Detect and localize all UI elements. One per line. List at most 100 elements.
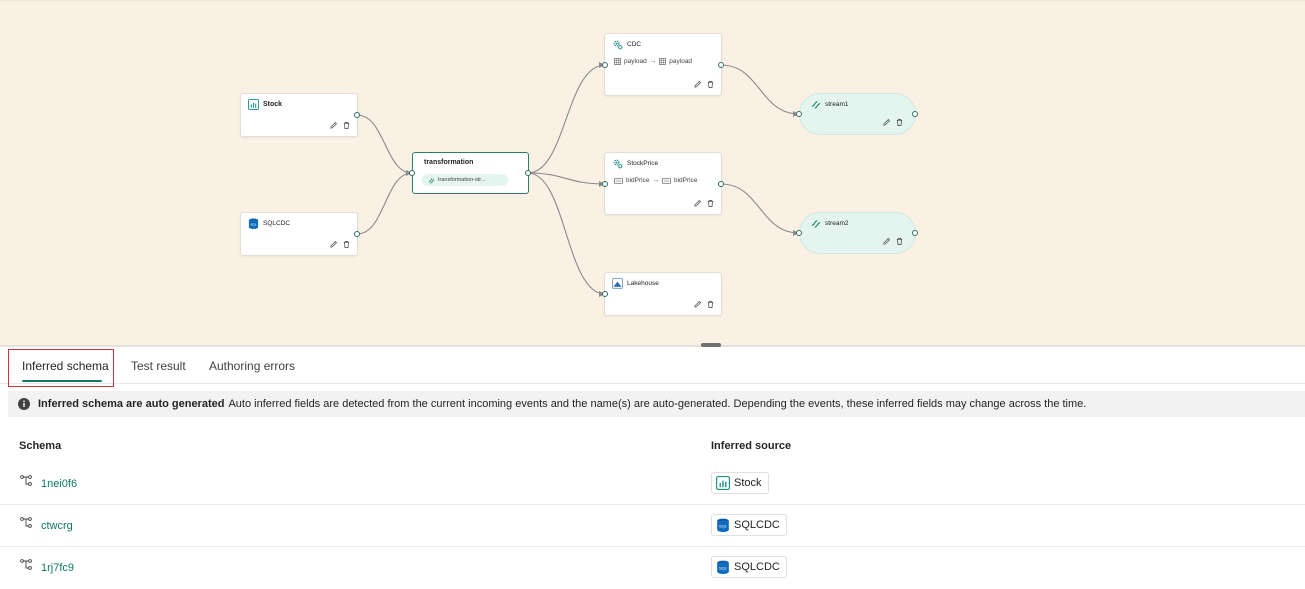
tab-label: Authoring errors [209, 359, 296, 373]
chip-label: transformation-str... [438, 177, 486, 183]
edit-icon[interactable] [693, 199, 702, 208]
source-chip: Stock [711, 472, 769, 494]
schema-link[interactable]: ctwcrg [41, 520, 73, 532]
edit-icon[interactable] [693, 80, 702, 89]
output-port[interactable] [525, 170, 531, 176]
edge-transformation-stockprice [527, 172, 606, 185]
node-stockprice[interactable]: StockPrice bidPrice → bidPrice [604, 152, 722, 215]
schema-tree-icon [20, 475, 32, 486]
number-field-icon [614, 177, 623, 184]
input-port[interactable] [602, 291, 608, 297]
edit-icon[interactable] [882, 118, 891, 127]
input-port[interactable] [796, 230, 802, 236]
svg-text:SQL: SQL [719, 523, 728, 528]
info-text: Auto inferred fields are detected from t… [228, 398, 1087, 410]
stream-icon [811, 220, 821, 228]
node-title: SQLCDC [263, 220, 291, 227]
table-icon [614, 58, 621, 65]
node-lakehouse[interactable]: Lakehouse [604, 272, 722, 316]
bar-chart-icon [248, 99, 259, 110]
column-header-source[interactable]: Inferred source [711, 440, 791, 452]
input-port[interactable] [602, 181, 608, 187]
splitter-grip[interactable] [701, 343, 721, 347]
table-row[interactable]: 1nei0f6 Stock [0, 463, 1305, 505]
edge-transformation-lakehouse [527, 172, 606, 295]
bottom-pane-tabs: Inferred schema Test result Authoring er… [0, 348, 1305, 384]
output-port[interactable] [718, 62, 724, 68]
node-transformation[interactable]: transformation transformation-str... [412, 152, 529, 194]
gear-icon [613, 40, 623, 50]
output-port[interactable] [354, 112, 360, 118]
from-field: bidPrice [626, 177, 650, 184]
to-field: bidPrice [673, 177, 698, 184]
output-port[interactable] [718, 181, 724, 187]
schema-link[interactable]: 1rj7fc9 [41, 562, 74, 574]
number-field-icon [662, 177, 671, 184]
delete-icon[interactable] [706, 199, 715, 208]
from-field: payload [624, 58, 647, 65]
tab-test-result[interactable]: Test result [131, 348, 186, 384]
table-icon [659, 58, 667, 65]
field-mapping: payload → payload [614, 58, 692, 65]
edit-icon[interactable] [693, 300, 702, 309]
edge-stockprice-stream2 [720, 183, 800, 234]
input-port[interactable] [602, 62, 608, 68]
source-name: Stock [734, 477, 762, 489]
edit-icon[interactable] [329, 240, 338, 249]
info-message-bar: Inferred schema are auto generated Auto … [8, 391, 1305, 417]
arrow-icon: → [652, 177, 659, 184]
dataflow-canvas[interactable]: Stock SQL SQLCDC transformation transfor… [0, 0, 1305, 345]
delete-icon[interactable] [342, 240, 351, 249]
table-row[interactable]: 1rj7fc9 SQL SQLCDC [0, 547, 1305, 589]
lakehouse-icon [612, 278, 623, 289]
input-port[interactable] [796, 111, 802, 117]
edit-icon[interactable] [329, 121, 338, 130]
source-chip: SQL SQLCDC [711, 556, 787, 578]
sql-database-icon: SQL [717, 518, 729, 532]
node-stock[interactable]: Stock [240, 93, 358, 137]
node-sqlcdc[interactable]: SQL SQLCDC [240, 212, 358, 256]
delete-icon[interactable] [895, 118, 904, 127]
source-chip: SQL SQLCDC [711, 514, 787, 536]
sql-database-icon: SQL [717, 560, 729, 574]
svg-text:SQL: SQL [719, 565, 728, 570]
info-title: Inferred schema are auto generated [38, 398, 225, 410]
pane-splitter[interactable] [0, 345, 1305, 347]
stream-icon [811, 101, 821, 109]
delete-icon[interactable] [706, 300, 715, 309]
table-row[interactable]: ctwcrg SQL SQLCDC [0, 505, 1305, 547]
node-stream2[interactable]: stream2 [799, 212, 916, 254]
delete-icon[interactable] [706, 80, 715, 89]
output-port[interactable] [354, 231, 360, 237]
edge-cdc-stream1 [720, 64, 800, 115]
node-title: Stock [263, 101, 283, 108]
highlight-annotation [8, 349, 114, 387]
gear-icon [613, 159, 623, 169]
field-mapping: bidPrice → bidPrice [614, 177, 697, 184]
node-title: stream1 [825, 101, 849, 108]
edge-stock-transformation [356, 114, 413, 174]
bar-chart-icon [716, 476, 730, 490]
node-title: Lakehouse [627, 280, 659, 287]
delete-icon[interactable] [895, 237, 904, 246]
node-title: stream2 [825, 220, 849, 227]
source-name: SQLCDC [734, 561, 780, 573]
tab-authoring-errors[interactable]: Authoring errors [209, 348, 295, 384]
column-header-schema[interactable]: Schema [19, 440, 61, 452]
node-stream1[interactable]: stream1 [799, 93, 916, 135]
node-cdc[interactable]: CDC payload → payload [604, 33, 722, 96]
arrow-icon: → [649, 58, 657, 65]
source-name: SQLCDC [734, 519, 780, 531]
edit-icon[interactable] [882, 237, 891, 246]
transformation-chip[interactable]: transformation-str... [422, 174, 508, 186]
output-port[interactable] [912, 111, 918, 117]
input-port[interactable] [409, 170, 415, 176]
edge-transformation-cdc [527, 64, 606, 174]
schema-link[interactable]: 1nei0f6 [41, 478, 77, 490]
to-field: payload [669, 58, 693, 65]
tab-label: Test result [131, 359, 186, 373]
output-port[interactable] [912, 230, 918, 236]
schema-tree-icon [20, 517, 32, 528]
delete-icon[interactable] [342, 121, 351, 130]
info-icon [18, 398, 30, 410]
